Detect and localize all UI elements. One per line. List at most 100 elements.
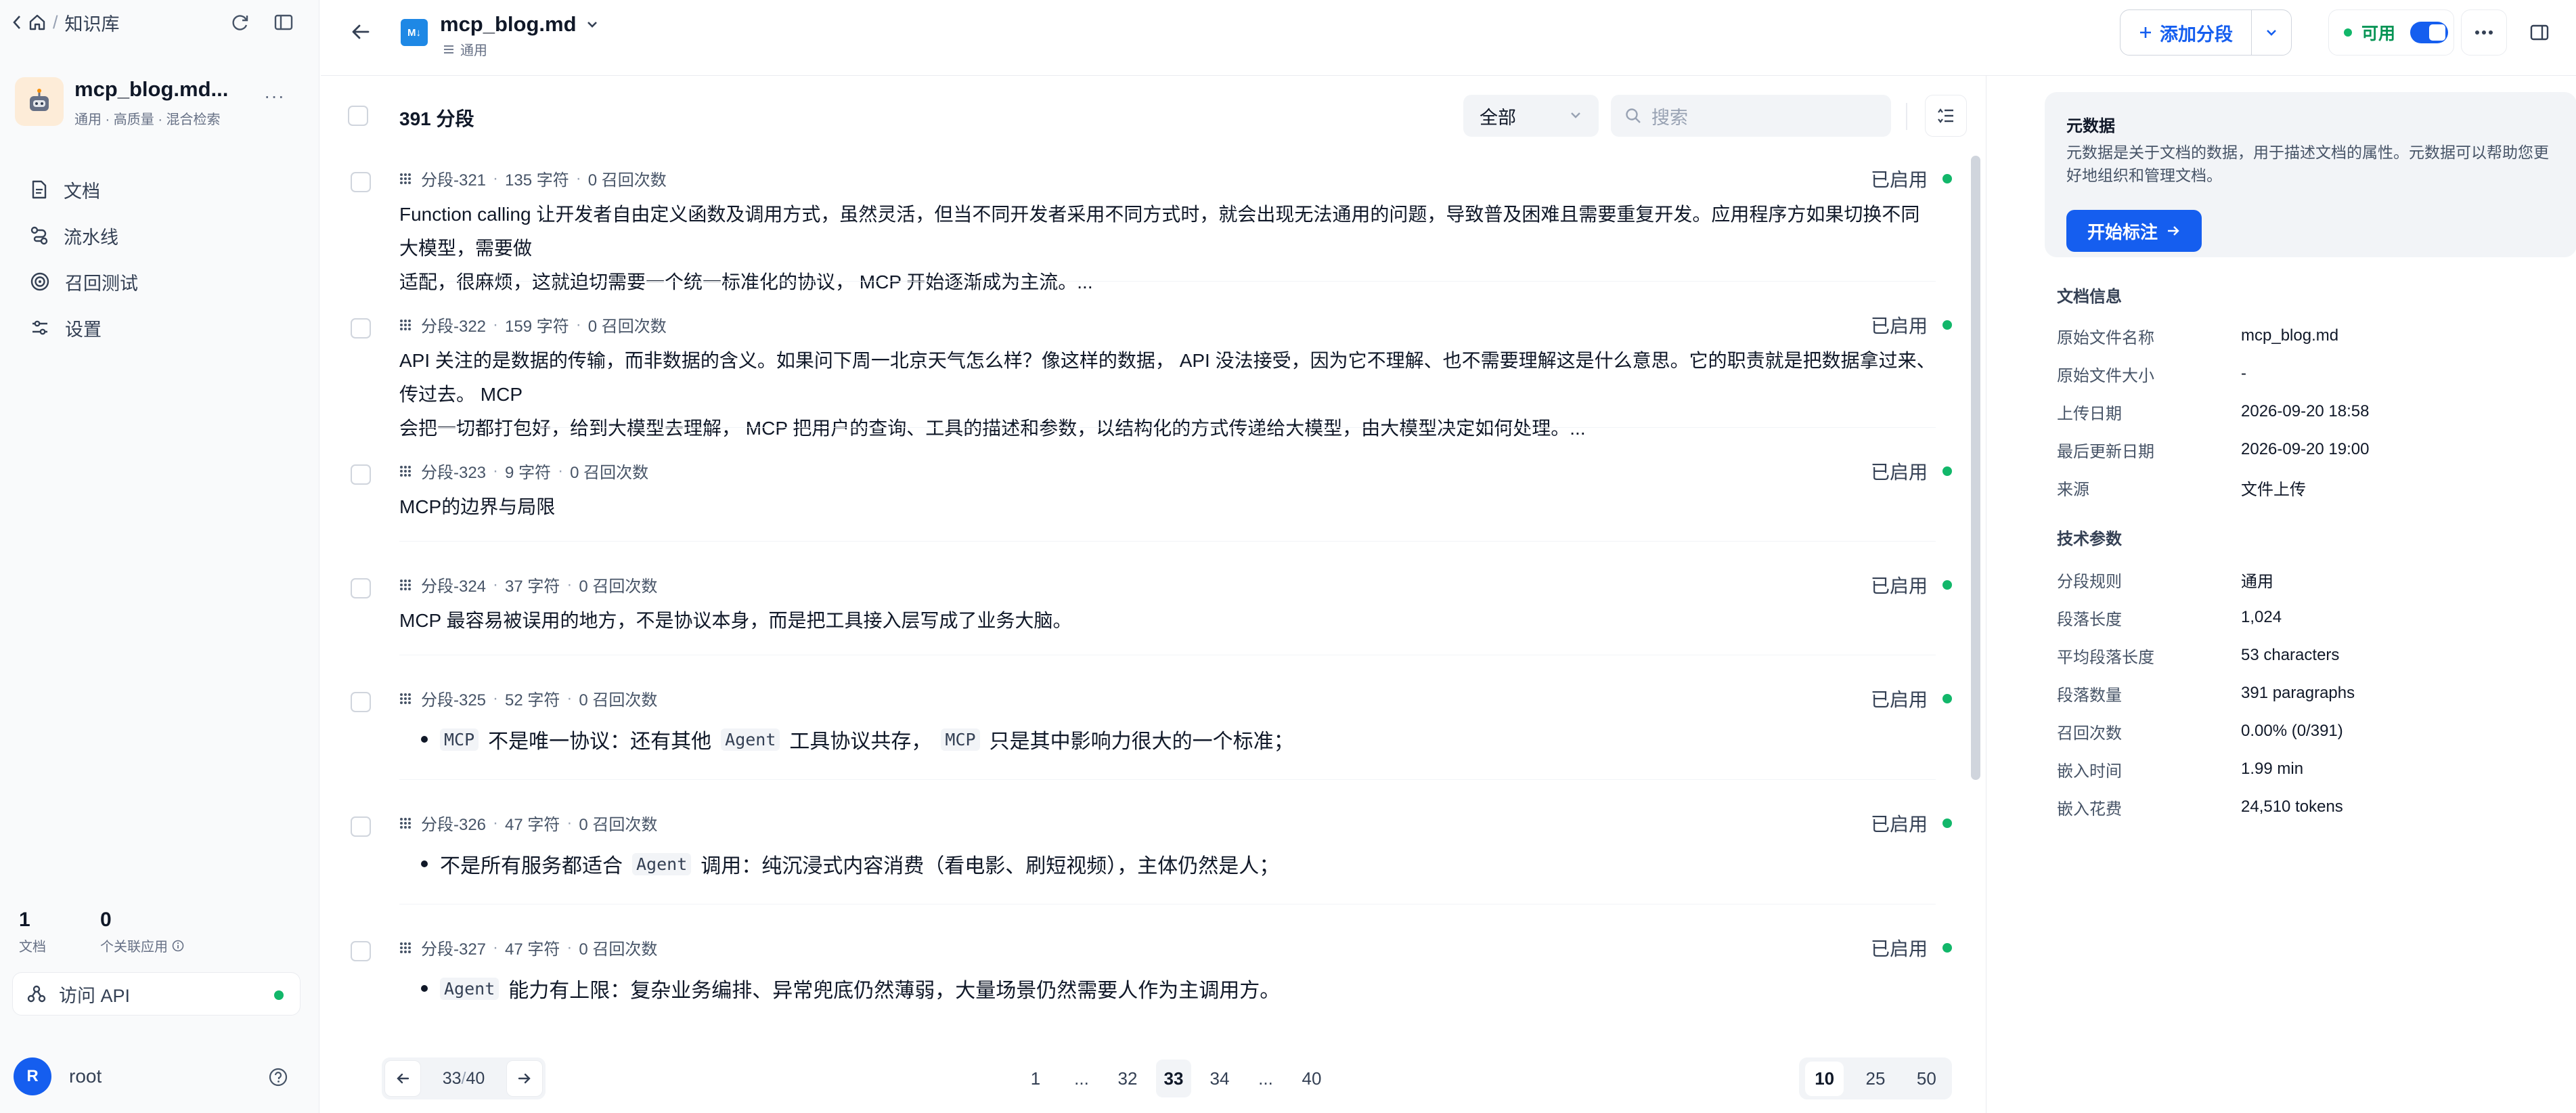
arrow-right-icon	[2166, 223, 2181, 238]
segment-card[interactable]: 分段-325 · 52 字符 · 0 召回次数 已启用 MCP 不是唯一协议：还有其…	[321, 666, 1966, 780]
page-size-option[interactable]: 50	[1907, 1062, 1946, 1096]
search-icon	[1624, 107, 1642, 125]
home-icon[interactable]	[28, 14, 46, 31]
info-row: 段落长度 1,024	[2057, 598, 2571, 636]
scrollbar-thumb[interactable]	[1971, 156, 1980, 780]
doc-count-value: 1	[19, 909, 30, 931]
info-value: 391 paragraphs	[2241, 684, 2355, 702]
segment-recalls: 0 召回次数	[570, 464, 649, 482]
page-ellipsis: ...	[1074, 1068, 1089, 1089]
info-value: -	[2241, 364, 2246, 383]
sidebar-item-recall-test[interactable]: 召回测试	[15, 259, 306, 305]
page-button[interactable]: 34	[1202, 1060, 1237, 1097]
segment-card[interactable]: 分段-324 · 37 字符 · 0 召回次数 已启用 MCP 最容易被误用的地方，…	[321, 552, 1966, 655]
segment-chars: 159 字符	[505, 318, 569, 336]
segment-meta: 分段-321 · 135 字符 · 0 召回次数	[399, 167, 667, 190]
page-button[interactable]: 32	[1110, 1060, 1145, 1097]
page-button[interactable]: 1	[1018, 1060, 1053, 1097]
status-dot	[1942, 466, 1953, 476]
sidebar-item-settings[interactable]: 设置	[15, 305, 306, 351]
back-arrow-icon[interactable]	[349, 20, 372, 43]
api-status-dot	[274, 990, 284, 1000]
segment-content: API 关注的是数据的传输，而非数据的含义。如果问下周一北京天气怎么样？像这样的…	[399, 344, 1936, 445]
breadcrumb-knowledge[interactable]: 知识库	[65, 9, 120, 36]
bullet-text: 能力有上限：复杂业务编排、异常兜底仍然薄弱，大量场景仍然需要人作为主调用方。	[508, 980, 1281, 1002]
metadata-description: 元数据是关于文档的数据，用于描述文档的属性。元数据可以帮助您更好地组织和管理文档…	[2066, 144, 2549, 184]
info-row: 平均段落长度 53 characters	[2057, 636, 2571, 674]
sidebar-panel-icon	[2529, 23, 2550, 42]
doc-title[interactable]: mcp_blog.md	[440, 12, 600, 37]
page-ellipsis: ...	[1258, 1068, 1273, 1089]
sidebar-item-documents[interactable]: 文档	[15, 167, 306, 213]
page-size-option[interactable]: 25	[1857, 1062, 1895, 1096]
chevron-down-icon	[1568, 107, 1584, 123]
doc-info-title: 文档信息	[2057, 288, 2122, 306]
segment-recalls: 0 召回次数	[587, 318, 667, 336]
breadcrumb: / 知识库	[12, 9, 293, 36]
page-stepper: 33/40	[382, 1057, 546, 1099]
start-annotate-button[interactable]: 开始标注	[2066, 210, 2202, 252]
sidebar-collapse-icon[interactable]	[273, 13, 294, 32]
select-all-checkbox[interactable]	[348, 106, 368, 126]
markdown-file-icon: M↓	[401, 19, 428, 46]
collapse-toggle-button[interactable]	[1925, 95, 1967, 137]
segment-content: MCP的边界与局限	[399, 490, 1936, 524]
segment-card[interactable]: 分段-322 · 159 字符 · 0 召回次数 已启用 API 关注的是数据的传输…	[321, 292, 1966, 439]
api-access-label: 访问 API	[59, 985, 131, 1006]
sidebar-nav: 文档 流水线 召回测试 设置	[15, 167, 306, 351]
segment-card[interactable]: 分段-323 · 9 字符 · 0 召回次数 已启用 MCP的边界与局限	[321, 439, 1966, 542]
sidebar-item-pipeline[interactable]: 流水线	[15, 213, 306, 259]
page-indicator[interactable]: 33/40	[424, 1069, 504, 1089]
more-icon[interactable]: ···	[264, 85, 285, 107]
grid-icon	[399, 173, 414, 185]
segment-card[interactable]: 分段-321 · 135 字符 · 0 召回次数 已启用 Function call…	[321, 146, 1966, 292]
user-profile[interactable]: R root	[14, 1057, 102, 1095]
add-segment-main[interactable]: 添加分段	[2120, 10, 2252, 55]
segment-checkbox[interactable]	[351, 941, 371, 961]
segment-checkbox[interactable]	[351, 172, 371, 192]
panel-toggle-button[interactable]	[2516, 9, 2562, 56]
page-size-selector: 10 25 50	[1799, 1057, 1952, 1099]
info-row: 嵌入时间 1.99 min	[2057, 750, 2571, 788]
info-key: 上传日期	[2057, 404, 2122, 423]
page-button-active[interactable]: 33	[1156, 1060, 1191, 1097]
avatar: R	[14, 1057, 51, 1095]
info-icon[interactable]	[172, 940, 184, 952]
status-dot	[2344, 28, 2352, 37]
segment-checkbox[interactable]	[351, 578, 371, 598]
doc-count-label: 文档	[19, 940, 46, 955]
refresh-icon[interactable]	[230, 12, 250, 32]
segment-content: MCP 最容易被误用的地方，不是协议本身，而是把工具接入层写成了业务大脑。	[399, 604, 1936, 638]
search-input[interactable]: 搜索	[1611, 95, 1891, 137]
add-segment-dropdown[interactable]	[2252, 10, 2291, 55]
segment-meta: 分段-325 · 52 字符 · 0 召回次数	[399, 686, 657, 710]
page-button[interactable]: 40	[1294, 1060, 1329, 1097]
prev-page-button[interactable]	[384, 1060, 421, 1097]
segment-card[interactable]: 分段-327 · 47 字符 · 0 召回次数 已启用 Agent 能力有上限：复杂…	[321, 915, 1966, 1029]
grid-icon	[399, 693, 414, 705]
page-size-option[interactable]: 10	[1805, 1061, 1844, 1096]
help-icon[interactable]	[268, 1067, 288, 1087]
toggle-switch[interactable]	[2410, 22, 2449, 43]
availability-toggle[interactable]: 可用	[2328, 9, 2454, 56]
segment-checkbox[interactable]	[351, 692, 371, 712]
segment-checkbox[interactable]	[351, 464, 371, 485]
doc-count: 1 文档	[19, 909, 46, 955]
segment-checkbox[interactable]	[351, 318, 371, 339]
segment-recalls: 0 召回次数	[579, 577, 658, 596]
add-segment-button[interactable]: 添加分段	[2120, 9, 2292, 56]
api-access-button[interactable]: 访问 API	[12, 972, 301, 1016]
info-key: 段落数量	[2057, 686, 2122, 705]
chevron-left-icon[interactable]	[12, 14, 22, 30]
segment-id: 分段-321	[421, 171, 487, 190]
segment-card[interactable]: 分段-326 · 47 字符 · 0 召回次数 已启用 不是所有服务都适合 Agen…	[321, 791, 1966, 904]
status-filter-select[interactable]: 全部	[1463, 95, 1599, 137]
segment-recalls: 0 召回次数	[579, 691, 658, 710]
next-page-button[interactable]	[506, 1060, 543, 1097]
segment-id: 分段-322	[421, 318, 487, 336]
chevron-down-icon[interactable]	[585, 17, 600, 32]
grid-icon	[399, 465, 414, 477]
segment-checkbox[interactable]	[351, 816, 371, 837]
more-options-button[interactable]	[2461, 9, 2507, 56]
grid-icon	[399, 942, 414, 954]
